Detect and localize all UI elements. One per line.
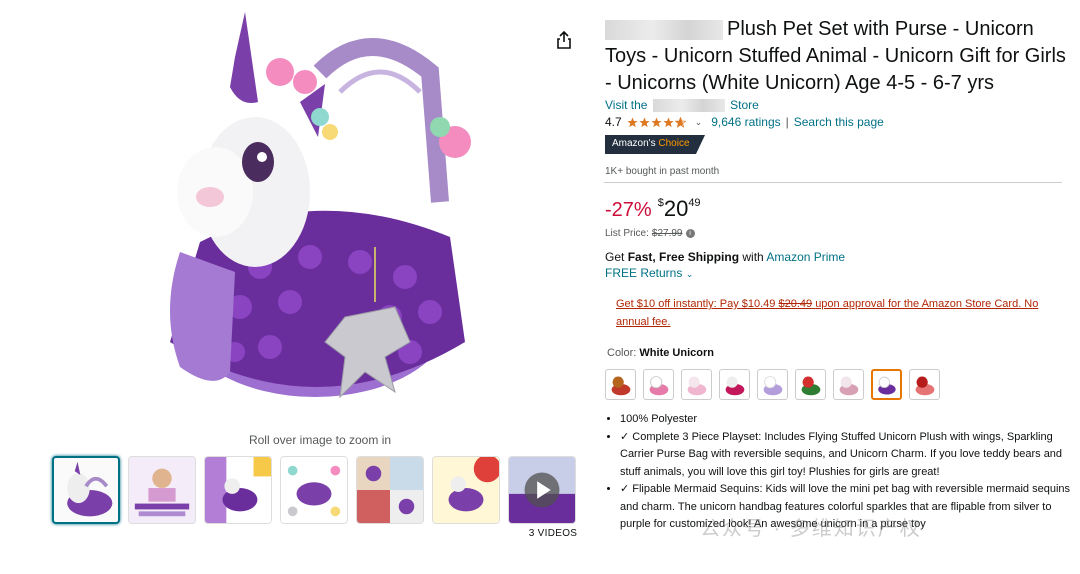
brand-name-redacted bbox=[605, 19, 723, 40]
chevron-down-icon[interactable]: ⌄ bbox=[695, 117, 703, 128]
badge-part2: Choice bbox=[658, 138, 690, 149]
chevron-down-icon: ⌄ bbox=[685, 269, 694, 279]
shipping-get: Get bbox=[605, 250, 625, 264]
shipping-with: with bbox=[742, 250, 764, 264]
rating-value: 4.7 bbox=[605, 115, 622, 129]
thumbnail-2[interactable] bbox=[128, 456, 196, 524]
shipping-fast: Fast, Free Shipping bbox=[627, 250, 740, 264]
color-swatch[interactable] bbox=[719, 369, 750, 400]
free-returns-label: FREE Returns bbox=[605, 266, 683, 280]
list-price-value: $27.99 bbox=[651, 228, 683, 239]
search-page-link[interactable]: Search this page bbox=[794, 115, 884, 129]
color-swatch[interactable] bbox=[643, 369, 674, 400]
discount-percent: -27% bbox=[605, 199, 652, 221]
color-label-text: Color: bbox=[607, 347, 637, 359]
store-name-redacted bbox=[652, 99, 725, 113]
thumbnail-4[interactable] bbox=[280, 456, 348, 524]
prime-link[interactable]: Amazon Prime bbox=[766, 250, 845, 264]
color-value: White Unicorn bbox=[639, 347, 714, 359]
store-link[interactable]: Visit the Store bbox=[605, 98, 759, 113]
feature-bullet: 100% Polyester bbox=[620, 411, 1080, 429]
zoom-hint: Roll over image to zoom in bbox=[248, 433, 392, 447]
price-block: -27% $ 20 49 bbox=[605, 196, 701, 222]
thumbnail-video[interactable] bbox=[508, 456, 576, 524]
star-icon bbox=[627, 117, 638, 127]
info-icon[interactable]: i bbox=[685, 229, 695, 238]
color-swatch-selected[interactable] bbox=[871, 369, 902, 400]
color-swatch[interactable] bbox=[833, 369, 864, 400]
store-prefix: Visit the bbox=[605, 98, 648, 112]
divider: | bbox=[785, 115, 789, 129]
main-product-image[interactable] bbox=[140, 12, 500, 422]
store-suffix: Store bbox=[730, 98, 759, 112]
shipping-info: Get Fast, Free Shipping with Amazon Prim… bbox=[605, 250, 845, 264]
color-swatch[interactable] bbox=[795, 369, 826, 400]
color-swatch[interactable] bbox=[605, 369, 636, 400]
star-icon bbox=[639, 117, 650, 127]
share-icon[interactable] bbox=[553, 29, 575, 51]
star-icon bbox=[663, 117, 674, 127]
thumbnail-5[interactable] bbox=[356, 456, 424, 524]
promo-old-price: $20.49 bbox=[778, 298, 813, 310]
divider bbox=[604, 182, 1062, 183]
promo-text-a: Get $10 off instantly: Pay $10.49 bbox=[616, 298, 776, 310]
watermark: 公众号 · 多维知识产权 bbox=[700, 512, 922, 541]
color-swatch[interactable] bbox=[909, 369, 940, 400]
product-title: Plush Pet Set with Purse - Unicorn Toys … bbox=[605, 16, 1075, 97]
badge-part1: Amazon's bbox=[612, 138, 656, 149]
rating-row: 4.7 ⌄ 9,646 ratings | Search this page bbox=[605, 115, 884, 129]
badge-tail bbox=[695, 135, 705, 154]
star-half-icon bbox=[674, 116, 686, 128]
feature-bullet: ✓ Complete 3 Piece Playset: Includes Fly… bbox=[620, 429, 1080, 482]
list-price: List Price: $27.99 i bbox=[605, 228, 695, 239]
watermark-text: 公众号 · 多维知识产权 bbox=[700, 518, 922, 540]
store-card-promo[interactable]: Get $10 off instantly: Pay $10.49 $20.49… bbox=[616, 295, 1056, 331]
list-price-label: List Price: bbox=[605, 228, 649, 239]
price-fraction: 49 bbox=[688, 197, 701, 209]
bought-count: 1K+ bought in past month bbox=[605, 166, 720, 177]
color-swatch[interactable] bbox=[757, 369, 788, 400]
ratings-count-link[interactable]: 9,646 ratings bbox=[711, 115, 780, 129]
star-icon bbox=[651, 117, 662, 127]
amazons-choice-badge[interactable]: Amazon's Choice bbox=[605, 135, 705, 154]
price-currency: $ bbox=[657, 197, 664, 209]
price-whole: 20 bbox=[663, 196, 689, 221]
thumbnail-3[interactable] bbox=[204, 456, 272, 524]
color-swatch[interactable] bbox=[681, 369, 712, 400]
star-rating[interactable] bbox=[627, 116, 686, 128]
thumbnail-1[interactable] bbox=[52, 456, 120, 524]
videos-label[interactable]: 3 VIDEOS bbox=[520, 528, 586, 539]
color-label: Color: White Unicorn bbox=[607, 347, 714, 359]
thumbnail-strip bbox=[52, 456, 576, 524]
badge-label: Amazon's Choice bbox=[605, 135, 696, 154]
free-returns-link[interactable]: FREE Returns ⌄ bbox=[605, 266, 693, 280]
color-swatches bbox=[605, 369, 940, 400]
thumbnail-6[interactable] bbox=[432, 456, 500, 524]
